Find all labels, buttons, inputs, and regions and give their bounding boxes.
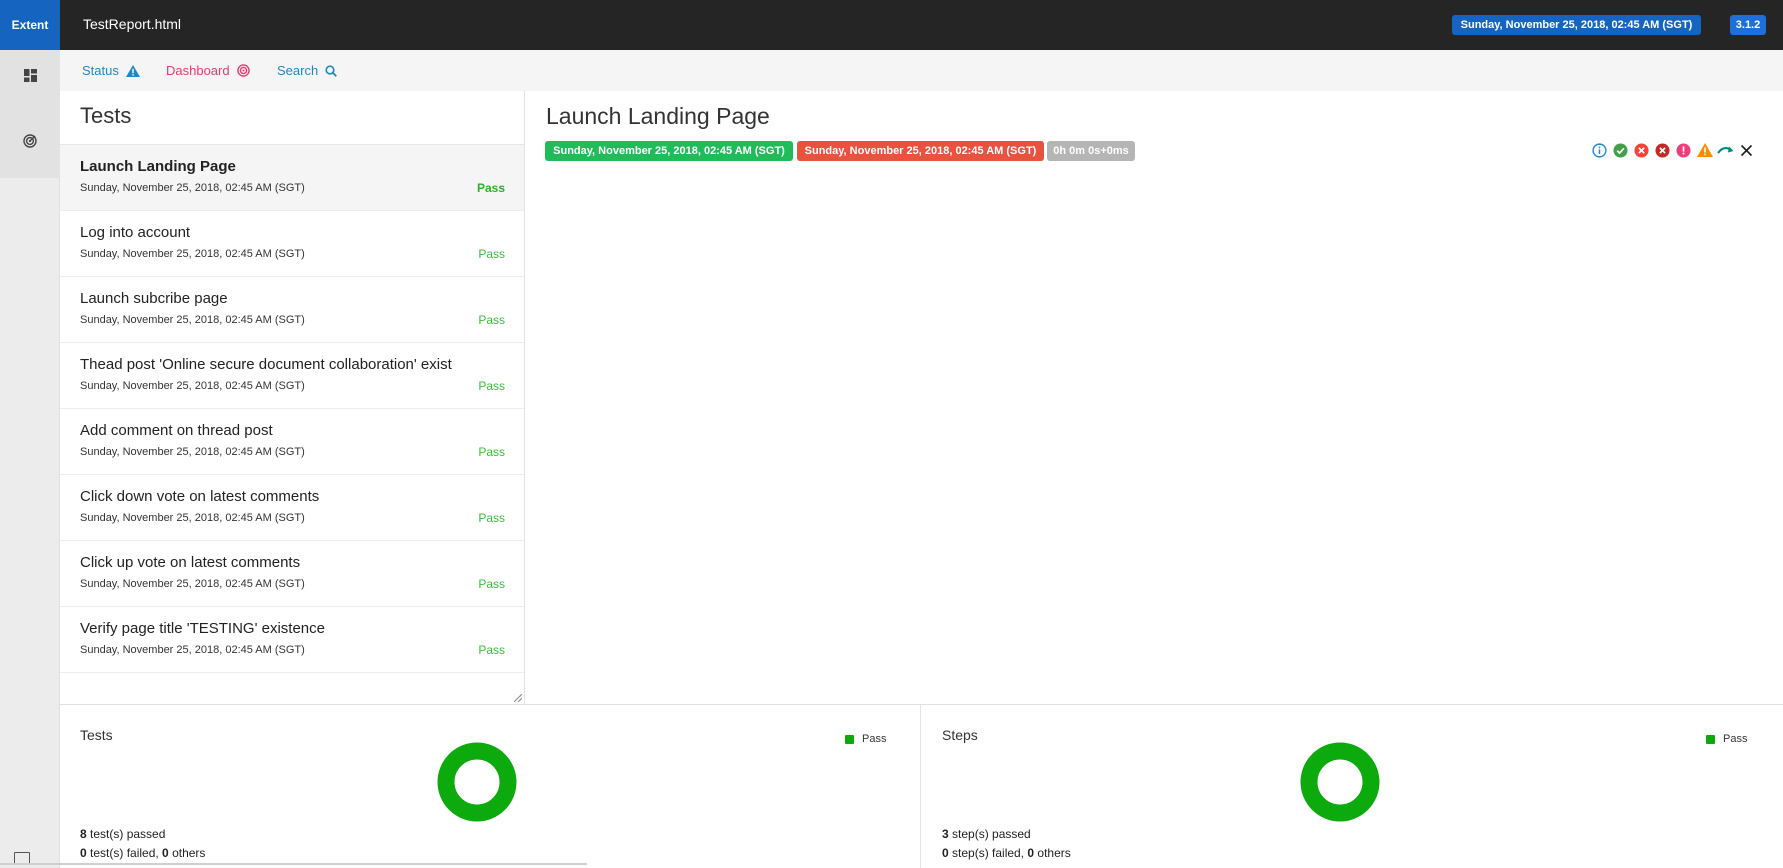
steps-failed-count: 0 <box>942 846 949 860</box>
clear-filter-icon[interactable] <box>1738 142 1755 159</box>
test-status: Pass <box>478 643 505 657</box>
test-list-item[interactable]: Verify page title 'TESTING' existence Su… <box>60 607 524 673</box>
steps-failed-label: step(s) failed, <box>948 846 1028 860</box>
nav-status-label: Status <box>82 63 119 78</box>
start-time-badge: Sunday, November 25, 2018, 02:45 AM (SGT… <box>545 141 793 161</box>
top-bar: Extent TestReport.html Sunday, November … <box>0 0 1783 50</box>
legend-swatch <box>845 734 854 744</box>
brand-logo[interactable]: Extent <box>0 0 60 50</box>
status-filter-bar <box>1591 141 1755 159</box>
tests-others-count: 0 <box>162 846 169 860</box>
nav-dashboard[interactable]: Dashboard <box>166 63 250 78</box>
test-status: Pass <box>478 247 505 261</box>
test-name: Thead post 'Online secure document colla… <box>80 356 452 373</box>
sub-nav: Status Dashboard Search <box>60 50 1783 91</box>
test-name: Log into account <box>80 224 191 241</box>
warning-icon <box>125 64 140 77</box>
test-list-item[interactable]: Click up vote on latest comments Sunday,… <box>60 541 524 607</box>
fatal-icon[interactable] <box>1654 142 1671 159</box>
test-status: Pass <box>478 313 505 327</box>
error-icon[interactable] <box>1675 142 1692 159</box>
pass-check-icon[interactable] <box>1612 142 1629 159</box>
test-name: Click down vote on latest comments <box>80 488 320 505</box>
duration-badge: 0h 0m 0s+0ms <box>1047 141 1135 161</box>
legend-swatch <box>1706 734 1715 744</box>
nav-search-label: Search <box>277 63 319 78</box>
tests-failed-label: test(s) failed, <box>86 846 163 860</box>
test-time: Sunday, November 25, 2018, 02:45 AM (SGT… <box>80 248 305 260</box>
report-date-badge: Sunday, November 25, 2018, 02:45 AM (SGT… <box>1452 15 1701 35</box>
tests-passed-count: 8 <box>80 827 87 841</box>
nav-dashboard-label: Dashboard <box>166 63 230 78</box>
version-badge: 3.1.2 <box>1730 15 1766 35</box>
test-time: Sunday, November 25, 2018, 02:45 AM (SGT… <box>80 446 305 458</box>
test-time: Sunday, November 25, 2018, 02:45 AM (SGT… <box>80 380 305 392</box>
dashboard-summary: Tests Pass 8 test(s) passed 0 test(s) fa… <box>60 704 1783 868</box>
nav-search[interactable]: Search <box>277 63 338 78</box>
test-time: Sunday, November 25, 2018, 02:45 AM (SGT… <box>80 578 305 590</box>
test-list-item[interactable]: Thead post 'Online secure document colla… <box>60 343 524 409</box>
test-status: Pass <box>478 511 505 525</box>
skip-icon[interactable] <box>1717 142 1734 159</box>
test-name: Launch Landing Page <box>80 158 236 175</box>
side-rail <box>0 50 60 868</box>
tests-failed-count: 0 <box>80 846 87 860</box>
test-name: Launch subcribe page <box>80 290 228 307</box>
search-icon <box>325 64 338 77</box>
tests-failed-summary: 0 test(s) failed, 0 others <box>80 846 205 860</box>
test-time: Sunday, November 25, 2018, 02:45 AM (SGT… <box>80 314 305 326</box>
test-name: Verify page title 'TESTING' existence <box>80 620 325 637</box>
steps-donut-chart[interactable] <box>1300 742 1380 822</box>
steps-legend[interactable]: Pass <box>1706 733 1747 745</box>
rail-tests-view[interactable] <box>0 50 60 100</box>
test-detail-panel: Launch Landing Page Sunday, November 25,… <box>525 91 1783 704</box>
tests-others-label: others <box>168 846 206 860</box>
horizontal-scrollbar[interactable] <box>0 863 587 865</box>
test-name: Click up vote on latest comments <box>80 554 301 571</box>
test-time: Sunday, November 25, 2018, 02:45 AM (SGT… <box>80 512 305 524</box>
test-list-item[interactable]: Launch Landing Page Sunday, November 25,… <box>60 145 524 211</box>
radar-icon <box>23 134 37 148</box>
test-list-item[interactable]: Add comment on thread post Sunday, Novem… <box>60 409 524 475</box>
test-name: Add comment on thread post <box>80 422 273 439</box>
test-status: Pass <box>478 445 505 459</box>
fail-icon[interactable] <box>1633 142 1650 159</box>
tests-card-title: Tests <box>80 727 113 743</box>
test-list-item[interactable]: Click down vote on latest comments Sunda… <box>60 475 524 541</box>
steps-card-title: Steps <box>942 727 978 743</box>
warning-icon[interactable] <box>1696 142 1713 159</box>
test-time: Sunday, November 25, 2018, 02:45 AM (SGT… <box>80 182 305 194</box>
info-icon[interactable] <box>1591 142 1608 159</box>
test-status: Pass <box>478 577 505 591</box>
radar-icon <box>236 64 250 77</box>
test-status: Pass <box>476 181 505 195</box>
nav-status[interactable]: Status <box>82 63 140 78</box>
test-list-item[interactable]: Log into account Sunday, November 25, 20… <box>60 211 524 277</box>
test-detail-title: Launch Landing Page <box>546 103 770 129</box>
steps-others-label: others <box>1034 846 1071 860</box>
legend-label: Pass <box>1723 733 1748 745</box>
tests-passed-label: test(s) passed <box>86 827 166 841</box>
tests-passed-summary: 8 test(s) passed <box>80 827 165 841</box>
end-time-badge: Sunday, November 25, 2018, 02:45 AM (SGT… <box>797 141 1044 161</box>
test-status: Pass <box>478 379 505 393</box>
steps-summary-card: Steps Pass 3 step(s) passed 0 step(s) fa… <box>922 705 1783 868</box>
report-name: TestReport.html <box>83 16 182 32</box>
test-list-item[interactable]: Launch subcribe page Sunday, November 25… <box>60 277 524 343</box>
tests-summary-card: Tests Pass 8 test(s) passed 0 test(s) fa… <box>60 705 921 868</box>
steps-failed-summary: 0 step(s) failed, 0 others <box>942 846 1071 860</box>
dashboard-grid-icon <box>23 68 37 82</box>
steps-passed-label: step(s) passed <box>948 827 1031 841</box>
test-list-title: Tests <box>80 103 132 128</box>
tests-legend[interactable]: Pass <box>845 733 886 745</box>
legend-label: Pass <box>862 733 887 745</box>
steps-passed-summary: 3 step(s) passed <box>942 827 1031 841</box>
test-list-panel: Tests Launch Landing Page Sunday, Novemb… <box>60 91 525 704</box>
test-time: Sunday, November 25, 2018, 02:45 AM (SGT… <box>80 644 305 656</box>
tests-donut-chart[interactable] <box>437 742 517 822</box>
resize-handle-icon[interactable] <box>514 694 522 702</box>
steps-passed-count: 3 <box>942 827 949 841</box>
rail-dashboard-view[interactable] <box>0 116 60 166</box>
